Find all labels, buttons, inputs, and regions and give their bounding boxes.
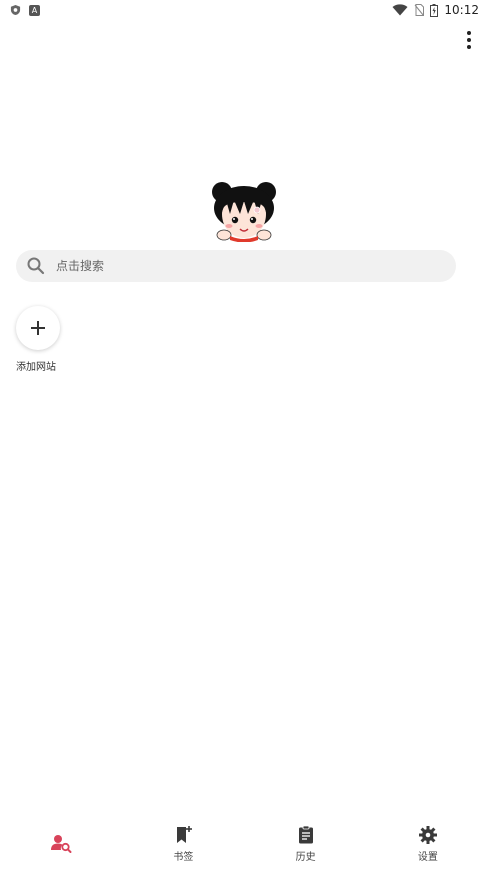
clock: 10:12 [444, 3, 479, 17]
more-menu-button[interactable] [459, 30, 479, 50]
status-left: A [10, 4, 40, 16]
nav-label-bookmarks: 书签 [173, 851, 194, 863]
bottom-nav: 书签 历史 设置 [0, 815, 489, 871]
status-bar: A 10:12 [0, 0, 489, 22]
plus-icon [31, 321, 45, 335]
status-right: 10:12 [392, 3, 479, 17]
add-site-label: 添加网站 [16, 362, 56, 373]
search-input[interactable] [54, 258, 438, 274]
settings-icon [418, 825, 437, 844]
more-vert-icon [467, 31, 471, 35]
nav-item-home[interactable] [0, 815, 122, 871]
add-site-shortcut[interactable]: 添加网站 [14, 306, 62, 373]
nav-item-settings[interactable]: 设置 [367, 815, 489, 871]
nav-label-settings: 设置 [417, 851, 438, 863]
add-site-button[interactable] [16, 306, 60, 350]
bookmark-icon [177, 825, 193, 843]
wifi-icon [392, 4, 408, 16]
search-icon [27, 257, 45, 275]
nav-item-bookmarks[interactable]: 书签 [122, 815, 244, 871]
cartoon-girl-logo [212, 182, 276, 242]
search-bar[interactable] [16, 250, 456, 282]
battery-icon [430, 3, 439, 17]
nav-item-history[interactable]: 历史 [245, 815, 367, 871]
user-search-icon [51, 835, 72, 853]
app-a-icon: A [29, 4, 40, 16]
nav-label-history: 历史 [295, 851, 316, 863]
history-icon [298, 825, 313, 843]
no-sim-icon [415, 4, 425, 16]
shield-icon [10, 4, 21, 16]
